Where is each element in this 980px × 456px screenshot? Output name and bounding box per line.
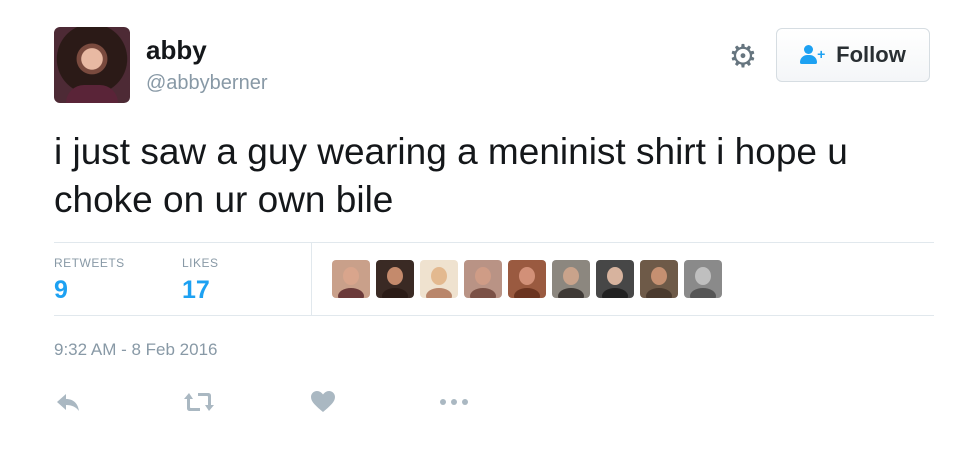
retweet-icon xyxy=(184,393,214,411)
liker-avatar-2[interactable] xyxy=(376,260,414,298)
more-button[interactable] xyxy=(438,384,566,420)
liker-avatar-1[interactable] xyxy=(332,260,370,298)
likes-stat[interactable]: LIKES 17 xyxy=(182,256,219,305)
timestamp[interactable]: 9:32 AM - 8 Feb 2016 xyxy=(54,340,218,360)
tweet-text: i just saw a guy wearing a meninist shir… xyxy=(54,131,848,220)
stats-divider-bottom xyxy=(54,315,934,316)
user-name[interactable]: abby xyxy=(146,35,207,66)
retweets-label: RETWEETS xyxy=(54,256,125,270)
action-bar xyxy=(54,384,566,420)
liker-avatars xyxy=(332,260,722,298)
liker-avatar-6[interactable] xyxy=(552,260,590,298)
follow-user-icon: + xyxy=(800,44,826,66)
retweets-count: 9 xyxy=(54,276,68,304)
liker-avatar-4[interactable] xyxy=(464,260,502,298)
reply-icon xyxy=(57,394,79,411)
tweet-card: abby @abbyberner ⚙ + Follow i just saw a… xyxy=(0,0,980,456)
likes-label: LIKES xyxy=(182,256,219,270)
stats-divider-top xyxy=(54,242,934,243)
retweet-button[interactable] xyxy=(182,384,310,420)
liker-avatar-3[interactable] xyxy=(420,260,458,298)
like-button[interactable] xyxy=(310,384,438,420)
liker-avatar-8[interactable] xyxy=(640,260,678,298)
follow-button[interactable]: + Follow xyxy=(776,28,930,82)
liker-avatar-5[interactable] xyxy=(508,260,546,298)
liker-avatar-9[interactable] xyxy=(684,260,722,298)
retweets-stat[interactable]: RETWEETS 9 xyxy=(54,256,125,305)
reply-button[interactable] xyxy=(54,384,182,420)
stats-separator xyxy=(311,243,312,315)
gear-icon[interactable]: ⚙ xyxy=(727,38,759,74)
user-handle[interactable]: @abbyberner xyxy=(146,72,267,95)
like-icon xyxy=(311,391,335,412)
more-icon xyxy=(440,399,468,405)
follow-label: Follow xyxy=(836,42,906,67)
avatar[interactable] xyxy=(54,27,130,103)
likes-count: 17 xyxy=(182,276,210,304)
liker-avatar-7[interactable] xyxy=(596,260,634,298)
